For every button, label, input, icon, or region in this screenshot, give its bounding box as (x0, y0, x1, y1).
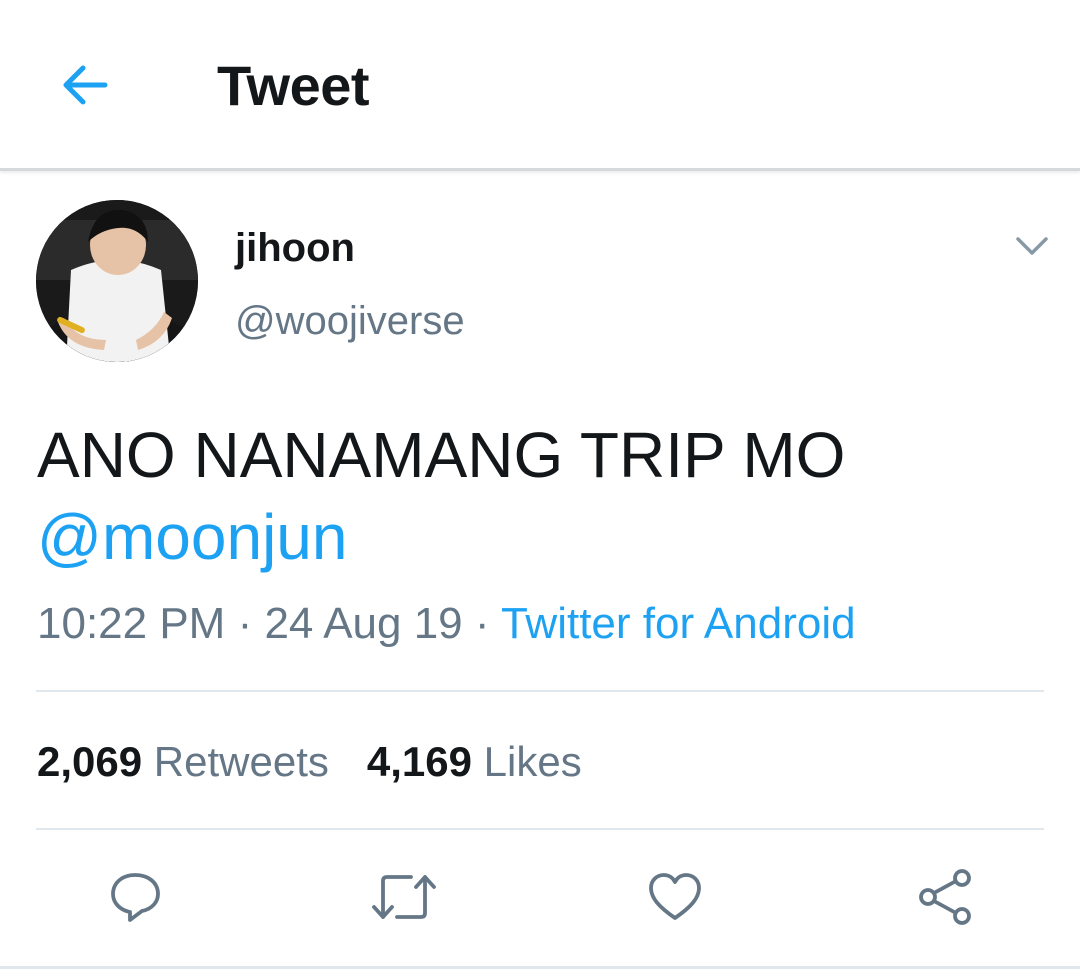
reply-icon (111, 873, 160, 922)
display-name[interactable]: jihoon (235, 225, 355, 271)
chevron-down-icon (1016, 237, 1048, 255)
reply-button[interactable] (100, 862, 170, 932)
avatar-image (36, 200, 198, 362)
retweet-icon (372, 875, 436, 919)
user-handle[interactable]: @woojiverse (235, 298, 465, 344)
meta-separator: · (462, 599, 501, 648)
retweets-stat[interactable]: 2,069 Retweets (37, 738, 329, 785)
page-title: Tweet (217, 54, 370, 117)
back-button[interactable] (50, 50, 120, 120)
retweets-label: Retweets (153, 738, 329, 785)
tweet-text: ANO NANAMANG TRIP MO @moonjun (37, 414, 1047, 578)
divider (36, 828, 1044, 830)
mention-link[interactable]: @moonjun (37, 496, 1047, 578)
tweet-source-link[interactable]: Twitter for Android (501, 599, 856, 648)
tweet-stats: 2,069 Retweets 4,169 Likes (37, 737, 582, 787)
like-icon (649, 873, 701, 920)
tweet-meta: 10:22 PM · 24 Aug 19 · Twitter for Andro… (37, 598, 856, 650)
tweet-options-button[interactable] (1008, 222, 1056, 270)
retweets-count: 2,069 (37, 738, 143, 785)
like-button[interactable] (640, 862, 710, 932)
share-button[interactable] (910, 862, 980, 932)
arrow-left-icon (63, 65, 108, 105)
avatar[interactable] (36, 200, 198, 362)
tweet-date: 24 Aug 19 (264, 599, 463, 648)
meta-separator: · (225, 599, 265, 648)
divider (0, 966, 1080, 969)
likes-stat[interactable]: 4,169 Likes (367, 738, 582, 785)
divider (36, 690, 1044, 692)
retweet-button[interactable] (369, 862, 439, 932)
likes-label: Likes (483, 738, 582, 785)
share-icon (919, 869, 971, 925)
tweet-body-text: ANO NANAMANG TRIP MO (37, 419, 846, 491)
likes-count: 4,169 (366, 738, 472, 785)
app-bar: Tweet (0, 0, 1080, 171)
tweet-time: 10:22 PM (37, 599, 226, 648)
